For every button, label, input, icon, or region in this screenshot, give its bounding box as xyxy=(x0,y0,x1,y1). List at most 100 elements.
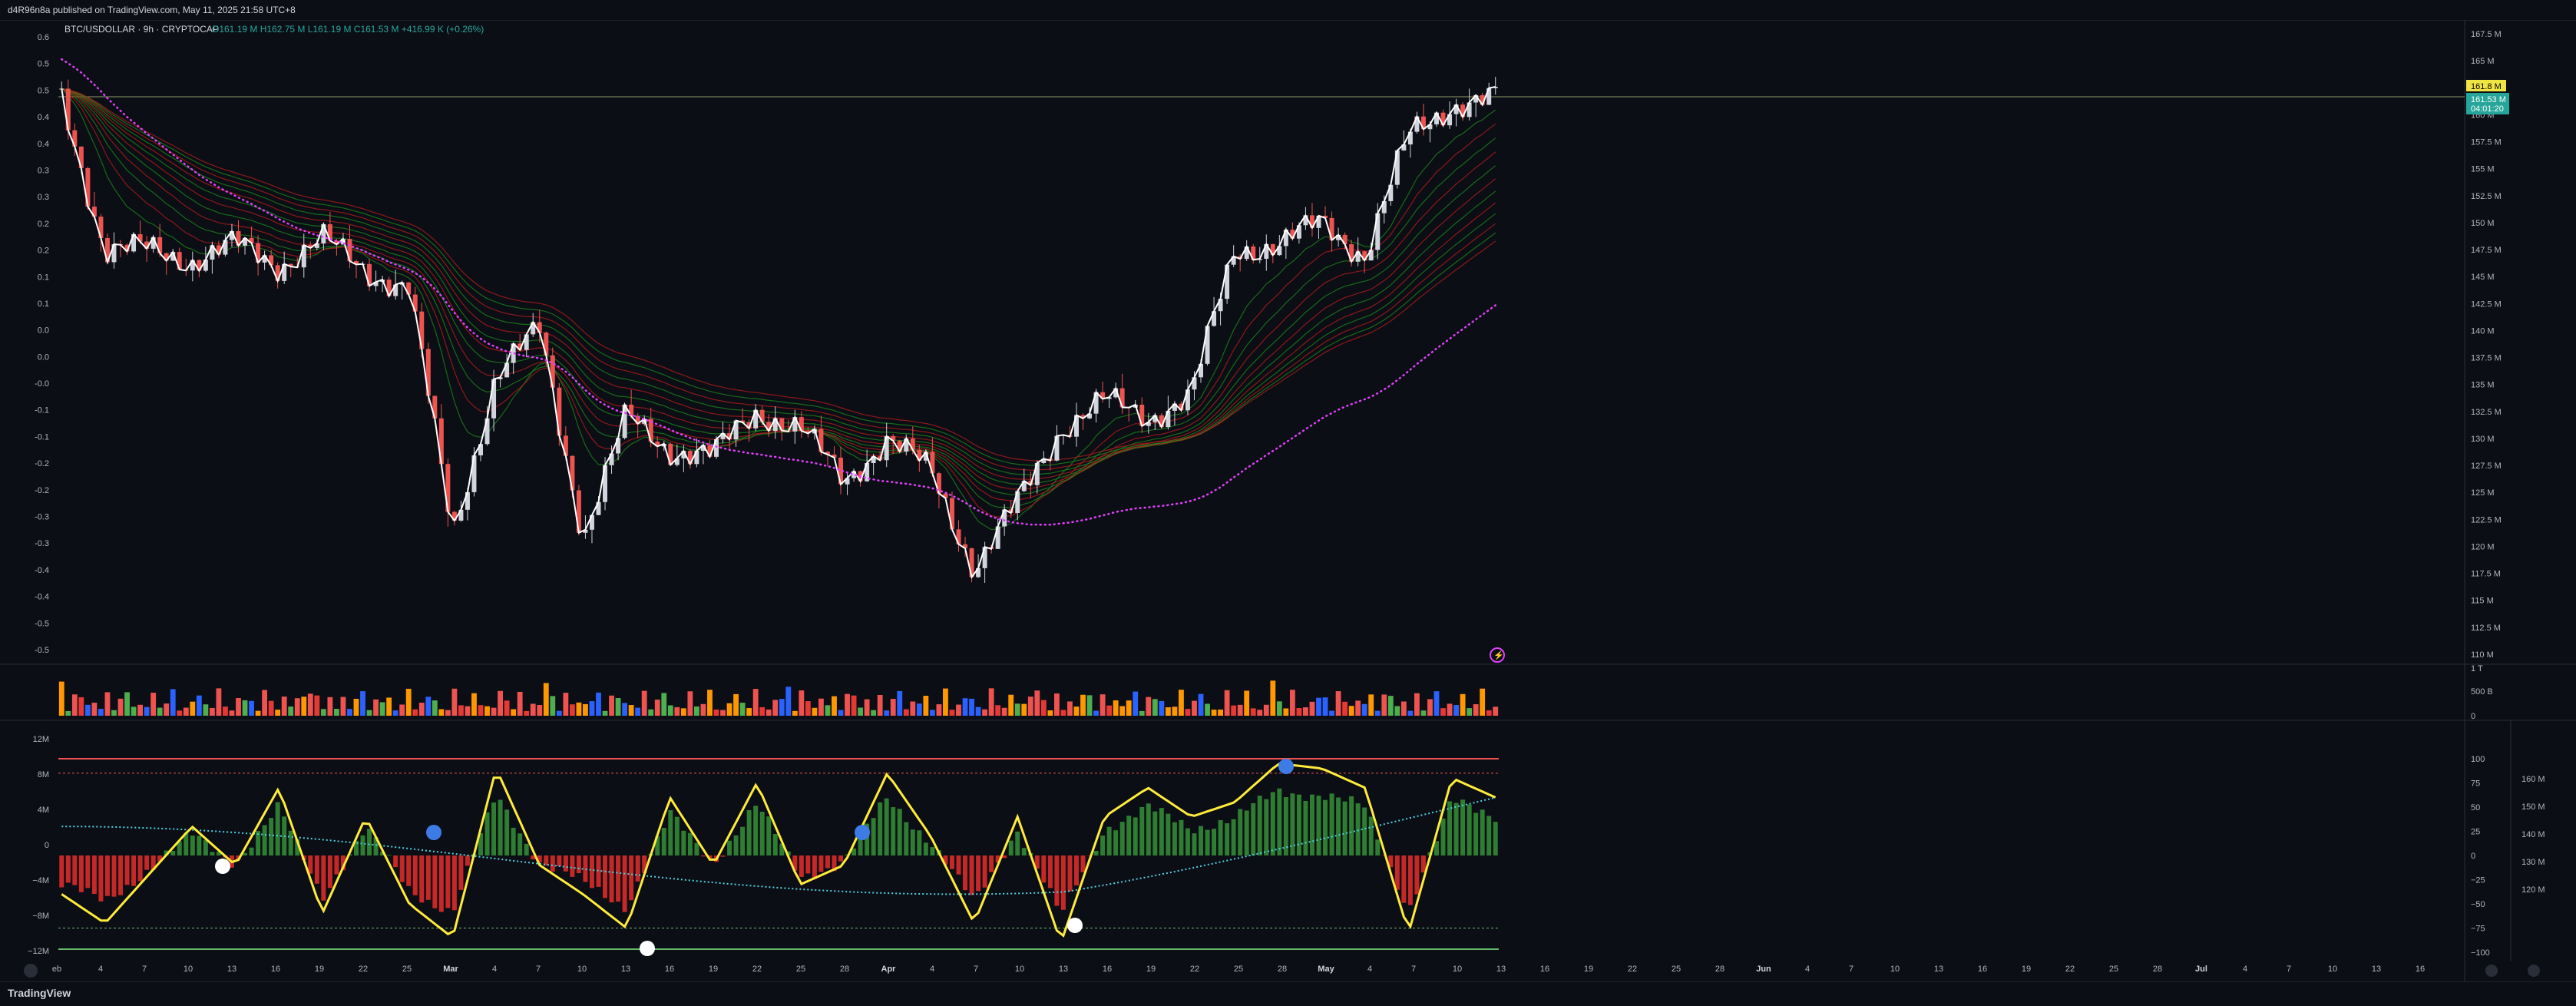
osc-histogram-bar xyxy=(1375,839,1381,855)
time-tick: 13 xyxy=(1496,965,1506,974)
volume-bar xyxy=(569,704,575,716)
osc-histogram-bar xyxy=(1205,829,1210,855)
time-tick: 25 xyxy=(2109,965,2118,974)
volume-bar xyxy=(511,709,517,716)
osc-histogram-bar xyxy=(668,809,673,855)
left-tick: 0.6 xyxy=(38,33,49,42)
volume-bar xyxy=(1244,690,1250,716)
time-tick: 13 xyxy=(1934,965,1943,974)
volume-bar xyxy=(530,703,536,716)
osc-histogram-bar xyxy=(1368,816,1374,855)
volume-bar xyxy=(720,710,726,716)
osc-histogram-bar xyxy=(438,855,444,912)
volume-bar xyxy=(1237,704,1243,716)
left-tick: -0.3 xyxy=(35,539,49,548)
time-tick: 7 xyxy=(974,965,978,974)
volume-bar xyxy=(1270,680,1276,716)
osc-histogram-bar xyxy=(982,855,987,888)
signal-dot xyxy=(640,941,655,956)
volume-bar xyxy=(832,696,837,716)
volume-bar xyxy=(746,708,752,716)
volume-bar xyxy=(1453,705,1459,716)
osc-histogram-bar xyxy=(1172,822,1177,855)
osc-histogram-bar xyxy=(989,855,994,872)
volume-bar xyxy=(1447,703,1453,716)
time-tick: 19 xyxy=(315,965,324,974)
signal-dot xyxy=(1278,759,1294,774)
osc-left-tick: 4M xyxy=(38,806,49,815)
volume-bar xyxy=(1152,699,1158,716)
volume-bar xyxy=(805,701,811,716)
osc-histogram-bar xyxy=(878,802,883,855)
osc-histogram-bar xyxy=(1303,801,1308,855)
volume-bar xyxy=(654,699,660,716)
time-tick: Mar xyxy=(443,965,458,974)
osc-histogram-bar xyxy=(498,799,503,855)
auto-scale-icon[interactable] xyxy=(2485,965,2498,977)
volume-bar xyxy=(609,695,614,716)
volume-bar xyxy=(517,691,523,716)
chart-area[interactable]: BTC/USDOLLAR · 9h · CRYPTOCAP O161.19 M … xyxy=(0,20,2576,981)
volume-bar xyxy=(405,688,412,716)
osc-histogram-bar xyxy=(1185,828,1190,855)
volume-bar xyxy=(812,707,818,716)
price-tick: 132.5 M xyxy=(2471,408,2502,417)
price-tick: 152.5 M xyxy=(2471,192,2502,201)
volume-bar xyxy=(680,708,686,716)
log-scale-icon[interactable] xyxy=(2528,965,2540,977)
volume-bar xyxy=(1080,694,1086,716)
volume-bar xyxy=(792,710,798,716)
osc-left-tick: −12M xyxy=(28,947,49,956)
volume-bar xyxy=(262,690,268,716)
osc-histogram-bar xyxy=(740,826,746,855)
symbol-legend[interactable]: BTC/USDOLLAR · 9h · CRYPTOCAP xyxy=(64,24,219,35)
price-tick: 120 M xyxy=(2471,542,2495,551)
volume-bar xyxy=(622,703,628,716)
volume-bar xyxy=(1119,706,1126,716)
osc-histogram-bar xyxy=(451,855,457,911)
osc-histogram-bar xyxy=(622,855,627,912)
osc-histogram-bar xyxy=(1113,830,1119,855)
time-tick: 28 xyxy=(1715,965,1724,974)
osc-histogram-bar xyxy=(956,855,961,875)
osc-histogram-bar xyxy=(412,855,418,895)
oscillator-far-axis: 160 M 150 M 140 M 130 M 120 M xyxy=(2521,775,2545,895)
volume-bar xyxy=(910,701,916,716)
time-tick: 13 xyxy=(227,965,236,974)
left-tick: 0.1 xyxy=(38,299,49,309)
osc-histogram-bar xyxy=(98,855,104,902)
volume-bar xyxy=(137,704,144,716)
oscillator-right-axis: 100 75 50 25 0 −25 −50 −75 −100 xyxy=(2471,755,2490,958)
volume-bar xyxy=(190,701,196,716)
volume-bar xyxy=(923,696,929,716)
volume-bar xyxy=(236,697,241,716)
volume-bar xyxy=(347,709,352,716)
volume-bar xyxy=(726,703,732,716)
osc-histogram-bar xyxy=(694,842,699,855)
time-tick: 10 xyxy=(1890,965,1900,974)
settings-icon[interactable] xyxy=(24,964,38,978)
price-axis[interactable]: 167.5 M165 M162.5 M160 M157.5 M155 M152.… xyxy=(2471,30,2502,660)
osc-histogram-bar xyxy=(674,816,680,855)
volume-bar xyxy=(177,710,183,716)
volume-bar xyxy=(65,710,71,716)
osc-histogram-bar xyxy=(1126,816,1132,855)
osc-histogram-bar xyxy=(1218,819,1223,855)
osc-histogram-bar xyxy=(603,855,608,898)
time-tick: 16 xyxy=(665,965,674,974)
volume-bar xyxy=(635,707,641,716)
volume-bar xyxy=(674,707,680,716)
osc-histogram-bar xyxy=(1080,855,1086,872)
volume-bar xyxy=(1387,696,1394,716)
osc-histogram-bar xyxy=(1244,810,1249,855)
price-tick: 135 M xyxy=(2471,381,2495,390)
time-axis[interactable]: eb 4 7 10 13 16 19 22 25 Mar 4 7 10 13 16 19 22 25 28 Apr 4 7… xyxy=(52,965,2425,974)
volume-bar xyxy=(1073,707,1080,716)
volume-bar xyxy=(752,689,759,716)
volume-bar xyxy=(294,698,300,716)
time-tick: Apr xyxy=(881,965,897,974)
osc-histogram-bar xyxy=(1199,826,1203,855)
volume-bar xyxy=(84,704,91,716)
osc-histogram-bar xyxy=(1093,850,1099,855)
volume-bar xyxy=(871,710,877,716)
